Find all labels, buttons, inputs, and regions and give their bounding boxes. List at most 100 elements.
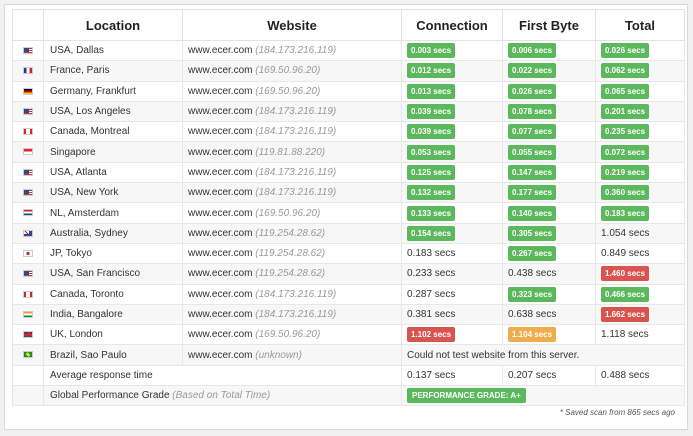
connection-cell: 0.132 secs bbox=[401, 182, 503, 204]
location-cell: USA, New York bbox=[43, 182, 183, 204]
flag-cell bbox=[12, 202, 44, 224]
connection-cell: 0.003 secs bbox=[401, 39, 503, 62]
table-row: Canada, Toronto www.ecer.com (184.173.216… bbox=[12, 283, 685, 305]
fr-flag-icon bbox=[23, 67, 33, 75]
ip-address: (184.173.216.119) bbox=[255, 45, 337, 57]
empty-cell bbox=[12, 385, 44, 407]
us-flag-icon bbox=[23, 107, 33, 115]
us-flag-icon bbox=[23, 168, 33, 176]
location-cell: France, Paris bbox=[43, 60, 183, 82]
website-domain: www.ecer.com bbox=[188, 106, 253, 118]
website-cell: www.ecer.com (184.173.216.119) bbox=[182, 100, 402, 123]
ca-flag-icon bbox=[23, 128, 33, 136]
connection-value: 0.287 secs bbox=[407, 288, 456, 300]
total-header: Total bbox=[595, 9, 685, 41]
grade-sub-label: (Based on Total Time) bbox=[172, 390, 271, 402]
website-cell: www.ecer.com (119.254.28.62) bbox=[182, 263, 402, 285]
website-domain: www.ecer.com bbox=[188, 309, 253, 320]
total-cell: 0.062 secs bbox=[595, 60, 685, 82]
us-flag-icon bbox=[23, 47, 33, 54]
de-flag-icon bbox=[23, 87, 33, 95]
website-domain: www.ecer.com bbox=[188, 268, 253, 280]
test-error-message: Could not test website from this server. bbox=[401, 344, 685, 366]
gb-flag-icon bbox=[23, 331, 33, 339]
performance-grade-badge: PERFORMANCE GRADE: A+ bbox=[407, 388, 526, 404]
connection-badge: 0.125 secs bbox=[407, 164, 456, 180]
connection-cell: 0.039 secs bbox=[401, 121, 503, 143]
ip-address: (unknown) bbox=[255, 349, 302, 361]
first-byte-cell: 0.078 secs bbox=[502, 100, 596, 123]
table-row: USA, Atlanta www.ecer.com (184.173.216.11… bbox=[12, 161, 685, 184]
connection-cell: 1.102 secs bbox=[401, 324, 503, 346]
first-byte-value: 0.638 secs bbox=[508, 309, 557, 320]
first-byte-cell: 0.638 secs bbox=[502, 303, 596, 326]
website-domain: www.ecer.com bbox=[188, 329, 253, 341]
connection-value: 0.233 secs bbox=[407, 268, 456, 280]
connection-badge: 0.039 secs bbox=[407, 124, 456, 140]
total-cell: 0.360 secs bbox=[595, 182, 685, 204]
first-byte-value: 0.438 secs bbox=[508, 268, 557, 280]
in-flag-icon bbox=[23, 310, 33, 318]
connection-cell: 0.039 secs bbox=[401, 100, 503, 123]
flag-cell bbox=[12, 161, 44, 184]
website-cell: www.ecer.com (169.50.96.20) bbox=[182, 80, 402, 102]
ip-address: (169.50.96.20) bbox=[255, 85, 321, 97]
table-row-brazil: Brazil, Sao Paulo www.ecer.com (unknown)… bbox=[12, 344, 685, 366]
first-byte-badge: 1.104 secs bbox=[508, 327, 557, 343]
flag-cell bbox=[12, 222, 44, 244]
flag-cell bbox=[12, 344, 44, 366]
first-byte-badge: 0.305 secs bbox=[508, 225, 557, 241]
website-domain: www.ecer.com bbox=[188, 187, 253, 199]
first-byte-header: First Byte bbox=[502, 9, 596, 41]
ip-address: (169.50.96.20) bbox=[255, 207, 321, 219]
table-row: India, Bangalore www.ecer.com (184.173.21… bbox=[12, 303, 685, 326]
us-flag-icon bbox=[23, 189, 33, 197]
website-cell: www.ecer.com (169.50.96.20) bbox=[182, 324, 402, 346]
flag-cell bbox=[12, 39, 44, 62]
flag-cell bbox=[12, 80, 44, 102]
total-cell: 0.235 secs bbox=[595, 121, 685, 143]
saved-scan-note: * Saved scan from 865 secs ago bbox=[559, 408, 675, 417]
first-byte-cell: 0.026 secs bbox=[502, 80, 596, 102]
total-badge: 0.062 secs bbox=[601, 63, 650, 79]
location-cell: USA, Dallas bbox=[43, 39, 183, 62]
website-domain: www.ecer.com bbox=[188, 65, 253, 77]
connection-value: 0.183 secs bbox=[407, 248, 456, 260]
first-byte-cell: 1.104 secs bbox=[502, 324, 596, 346]
first-byte-badge: 0.177 secs bbox=[508, 185, 557, 201]
table-row: Australia, Sydney www.ecer.com (119.254.2… bbox=[12, 222, 685, 244]
ip-address: (119.254.28.62) bbox=[255, 268, 326, 280]
ip-address: (119.254.28.62) bbox=[255, 248, 326, 260]
table-row: JP, Tokyo www.ecer.com (119.254.28.62) 0.1… bbox=[12, 242, 685, 265]
website-domain: www.ecer.com bbox=[188, 45, 253, 57]
flag-cell bbox=[12, 121, 44, 143]
first-byte-cell: 0.323 secs bbox=[502, 283, 596, 305]
brazil-flag-icon bbox=[23, 351, 33, 359]
connection-cell: 0.013 secs bbox=[401, 80, 503, 102]
connection-cell: 0.381 secs bbox=[401, 303, 503, 326]
website-cell: www.ecer.com (184.173.216.119) bbox=[182, 283, 402, 305]
total-cell: 1.460 secs bbox=[595, 263, 685, 285]
flag-cell bbox=[12, 242, 44, 265]
website-domain: www.ecer.com bbox=[188, 146, 253, 158]
total-value: 0.849 secs bbox=[601, 248, 650, 260]
first-byte-cell: 0.177 secs bbox=[502, 182, 596, 204]
ca-flag-icon bbox=[23, 290, 33, 298]
first-byte-cell: 0.267 secs bbox=[502, 242, 596, 265]
total-cell: 0.065 secs bbox=[595, 80, 685, 102]
flag-header bbox=[12, 9, 44, 41]
website-cell: www.ecer.com (unknown) bbox=[182, 344, 402, 366]
location-cell: India, Bangalore bbox=[43, 303, 183, 326]
website-domain: www.ecer.com bbox=[188, 207, 253, 219]
flag-cell bbox=[12, 60, 44, 82]
first-byte-cell: 0.140 secs bbox=[502, 202, 596, 224]
connection-badge: 0.012 secs bbox=[407, 63, 456, 79]
total-badge: 1.662 secs bbox=[601, 307, 650, 322]
total-cell: 0.201 secs bbox=[595, 100, 685, 123]
location-cell: Australia, Sydney bbox=[43, 222, 183, 244]
sg-flag-icon bbox=[23, 148, 33, 156]
flag-cell bbox=[12, 100, 44, 123]
first-byte-badge: 0.055 secs bbox=[508, 144, 557, 160]
location-cell: Brazil, Sao Paulo bbox=[43, 344, 183, 366]
ip-address: (169.50.96.20) bbox=[255, 65, 321, 77]
